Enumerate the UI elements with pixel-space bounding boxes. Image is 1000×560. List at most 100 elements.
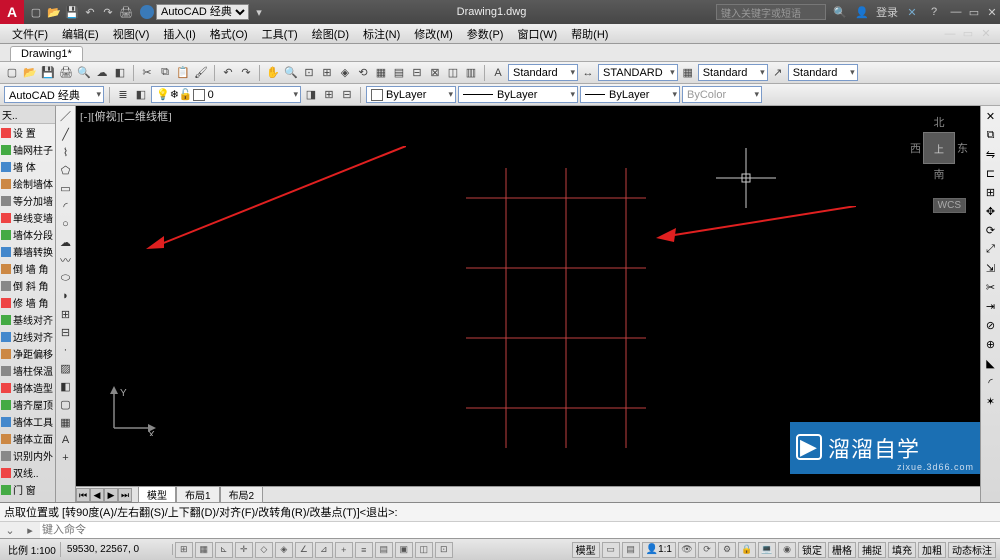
tz-item-0[interactable]: 设 置 xyxy=(0,124,55,141)
3ddwf-icon[interactable]: ◧ xyxy=(112,65,128,81)
match-icon[interactable]: 🖌 xyxy=(193,65,209,81)
fillet-icon[interactable]: ◜ xyxy=(983,374,999,390)
explode-icon[interactable]: ✶ xyxy=(983,393,999,409)
menu-dimension[interactable]: 标注(N) xyxy=(357,24,406,44)
revcloud-icon[interactable]: ☁ xyxy=(58,234,74,250)
status-annoscale[interactable]: 👤 1:1 xyxy=(642,542,676,558)
polar-icon[interactable]: ✛ xyxy=(235,542,253,558)
status-grid[interactable]: 栅格 xyxy=(828,542,856,558)
copy-icon[interactable]: ⧉ xyxy=(157,65,173,81)
tz-item-4[interactable]: 等分加墙 xyxy=(0,192,55,209)
menu-window[interactable]: 窗口(W) xyxy=(511,24,563,44)
annovis-icon[interactable]: 👁 xyxy=(678,542,696,558)
lwt-icon[interactable]: ≡ xyxy=(355,542,373,558)
scroll-next-icon[interactable]: ▶ xyxy=(104,488,118,502)
viewcube-east[interactable]: 东 xyxy=(957,140,968,156)
open-icon[interactable]: 📂 xyxy=(46,4,62,20)
tz-item-9[interactable]: 倒 斜 角 xyxy=(0,277,55,294)
hardware-icon[interactable]: 💻 xyxy=(758,542,776,558)
doc-restore-icon[interactable]: ▭ xyxy=(960,26,976,42)
cut-icon[interactable]: ✂ xyxy=(139,65,155,81)
grid-mode-icon[interactable]: ▦ xyxy=(195,542,213,558)
mleaderstyle-icon[interactable]: ↗ xyxy=(770,65,786,81)
viewcube-south[interactable]: 南 xyxy=(910,166,968,182)
tz-item-22[interactable]: 房间屋顶 xyxy=(0,498,55,502)
erase-icon[interactable]: ✕ xyxy=(983,108,999,124)
layer-combo[interactable]: 💡 ❄ 🔓 0 xyxy=(151,86,301,103)
toolbar-lock-icon[interactable]: 🔒 xyxy=(738,542,756,558)
calc-icon[interactable]: ⊟ xyxy=(409,65,425,81)
tz-item-6[interactable]: 墙体分段 xyxy=(0,226,55,243)
save-file-icon[interactable]: 💾 xyxy=(40,65,56,81)
zoom-realtime-icon[interactable]: 🔍 xyxy=(283,65,299,81)
layer-prev-icon[interactable]: ⊞ xyxy=(321,87,337,103)
mirror-icon[interactable]: ⇋ xyxy=(983,146,999,162)
layer-manager-icon[interactable]: ≣ xyxy=(115,87,131,103)
tz-item-18[interactable]: 墙体立面 xyxy=(0,430,55,447)
orbit-icon[interactable]: ⟲ xyxy=(355,65,371,81)
scroll-last-icon[interactable]: ⏭ xyxy=(118,488,132,502)
command-input[interactable] xyxy=(40,522,1000,538)
am-icon[interactable]: ⊡ xyxy=(435,542,453,558)
stretch-icon[interactable]: ⇲ xyxy=(983,260,999,276)
document-tab[interactable]: Drawing1* xyxy=(10,46,83,61)
login-link[interactable]: 登录 xyxy=(876,4,898,20)
ortho-icon[interactable]: ⊾ xyxy=(215,542,233,558)
ellipse-icon[interactable]: ⬭ xyxy=(58,270,74,286)
isolate-icon[interactable]: ◉ xyxy=(778,542,796,558)
spline-icon[interactable]: 〰 xyxy=(58,252,74,268)
status-dyn[interactable]: 动态标注 xyxy=(948,542,996,558)
exchange-icon[interactable]: ✕ xyxy=(904,4,920,20)
arc-icon[interactable]: ◜ xyxy=(58,198,74,214)
menu-format[interactable]: 格式(O) xyxy=(204,24,254,44)
rotate-icon[interactable]: ⟳ xyxy=(983,222,999,238)
paste-icon[interactable]: 📋 xyxy=(175,65,191,81)
scroll-first-icon[interactable]: ⏮ xyxy=(76,488,90,502)
tz-item-12[interactable]: 边线对齐 xyxy=(0,328,55,345)
linetype-combo[interactable]: ByLayer xyxy=(458,86,578,103)
status-scale[interactable]: 比例 1:100 xyxy=(4,542,61,557)
workspace-combo[interactable]: AutoCAD 经典 xyxy=(4,86,104,103)
layer-state-icon[interactable]: ⊟ xyxy=(339,87,355,103)
menu-insert[interactable]: 插入(I) xyxy=(157,24,201,44)
lineweight-combo[interactable]: ByLayer xyxy=(580,86,680,103)
array-icon[interactable]: ⊞ xyxy=(983,184,999,200)
tz-item-15[interactable]: 墙体造型 xyxy=(0,379,55,396)
tz-item-10[interactable]: 修 墙 角 xyxy=(0,294,55,311)
region-icon[interactable]: ▢ xyxy=(58,396,74,412)
rectangle-icon[interactable]: ▭ xyxy=(58,180,74,196)
dimstyle-combo[interactable]: STANDARD xyxy=(598,64,678,81)
dropdown-icon[interactable]: ▾ xyxy=(251,4,267,20)
layout-tab-model[interactable]: 模型 xyxy=(138,486,176,503)
search-icon[interactable]: 🔍 xyxy=(832,4,848,20)
redo2-icon[interactable]: ↷ xyxy=(238,65,254,81)
status-model[interactable]: 模型 xyxy=(572,542,600,558)
hatch-icon[interactable]: ▨ xyxy=(58,360,74,376)
dyn-icon[interactable]: + xyxy=(335,542,353,558)
status-fill[interactable]: 填充 xyxy=(888,542,916,558)
tz-item-16[interactable]: 墙齐屋顶 xyxy=(0,396,55,413)
layout-tab-1[interactable]: 布局1 xyxy=(176,486,220,503)
circle-icon[interactable]: ○ xyxy=(58,216,74,232)
menu-params[interactable]: 参数(P) xyxy=(461,24,510,44)
drawing-viewport[interactable]: [-][俯视][二维线框] Y xyxy=(76,106,980,486)
textstyle-icon[interactable]: A xyxy=(490,65,506,81)
menu-tools[interactable]: 工具(T) xyxy=(256,24,304,44)
menu-help[interactable]: 帮助(H) xyxy=(565,24,614,44)
tablestyle-icon[interactable]: ▦ xyxy=(680,65,696,81)
annoauto-icon[interactable]: ⟳ xyxy=(698,542,716,558)
tz-item-13[interactable]: 净距偏移 xyxy=(0,345,55,362)
tz-item-17[interactable]: 墙体工具 xyxy=(0,413,55,430)
tz-item-7[interactable]: 幕墙转换 xyxy=(0,243,55,260)
new-icon[interactable]: ▢ xyxy=(28,4,44,20)
qview-dwg-icon[interactable]: ▤ xyxy=(622,542,640,558)
ellipse-arc-icon[interactable]: ◗ xyxy=(58,288,74,304)
layout-tab-2[interactable]: 布局2 xyxy=(220,486,264,503)
chamfer-icon[interactable]: ◣ xyxy=(983,355,999,371)
markup-icon[interactable]: ◫ xyxy=(445,65,461,81)
viewcube-west[interactable]: 西 xyxy=(910,140,921,156)
menu-view[interactable]: 视图(V) xyxy=(107,24,156,44)
tz-item-1[interactable]: 轴网柱子 xyxy=(0,141,55,158)
textstyle-combo[interactable]: Standard xyxy=(508,64,578,81)
menu-modify[interactable]: 修改(M) xyxy=(408,24,459,44)
